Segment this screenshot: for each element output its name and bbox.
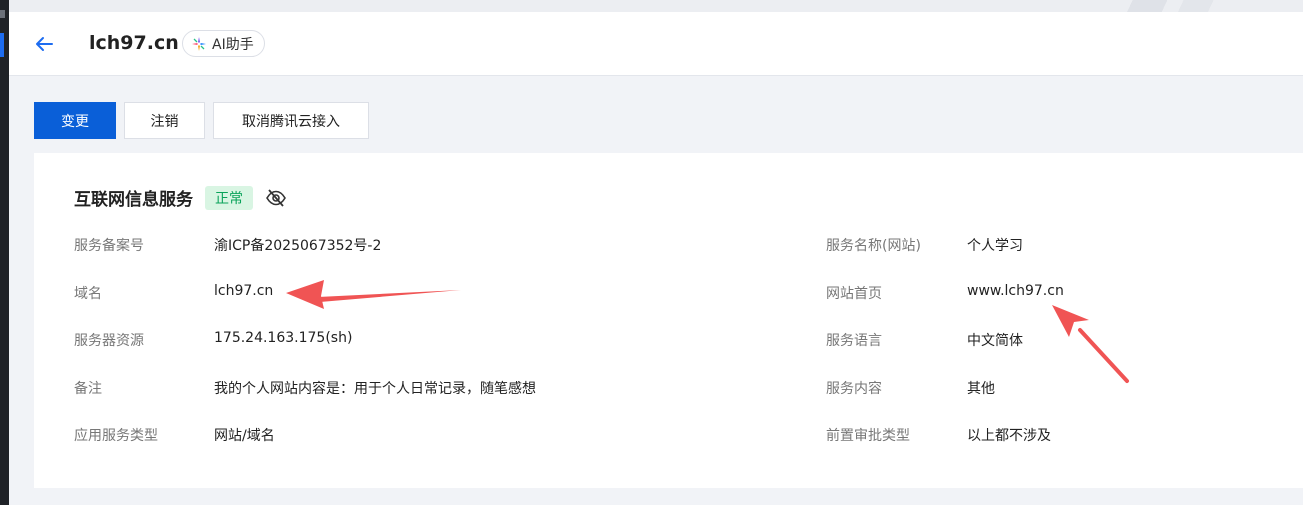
homepage-value: www.lch97.cn: [967, 283, 1064, 299]
eye-off-icon[interactable]: [265, 187, 287, 209]
app-service-type-label: 应用服务类型: [74, 428, 158, 444]
status-badge: 正常: [205, 185, 253, 210]
record-number-label: 服务备案号: [74, 238, 144, 254]
service-name-label: 服务名称(网站): [826, 238, 921, 254]
pre-approval-type-label: 前置审批类型: [826, 428, 910, 444]
page-header: lch97.cn AI助手: [9, 12, 1303, 76]
ai-assistant-label: AI助手: [212, 36, 254, 53]
domain-label: 域名: [74, 286, 102, 302]
card-title: 互联网信息服务: [74, 190, 193, 210]
side-nav-strip: [0, 0, 9, 505]
service-content-value: 其他: [967, 381, 995, 397]
service-name-value: 个人学习: [967, 238, 1023, 254]
side-nav-active-indicator: [0, 33, 4, 57]
service-language-value: 中文简体: [967, 333, 1023, 349]
ai-sparkle-icon: [192, 36, 206, 51]
side-nav-mark: [0, 10, 5, 18]
service-content-label: 服务内容: [826, 381, 882, 397]
app-service-type-value: 网站/域名: [214, 428, 275, 444]
action-bar: 变更 注销 取消腾讯云接入: [34, 102, 369, 139]
change-button[interactable]: 变更: [34, 102, 116, 139]
server-resource-value: 175.24.163.175(sh): [214, 330, 353, 346]
pre-approval-type-value: 以上都不涉及: [967, 428, 1051, 444]
top-band: [9, 0, 1303, 18]
card-header: 互联网信息服务 正常: [74, 185, 287, 210]
cancel-tencent-access-button[interactable]: 取消腾讯云接入: [213, 102, 369, 139]
remark-value: 我的个人网站内容是：用于个人日常记录，随笔感想: [214, 381, 536, 397]
record-number-value: 渝ICP备2025067352号-2: [214, 238, 382, 254]
ai-assistant-button[interactable]: AI助手: [182, 30, 265, 57]
service-info-card: 互联网信息服务 正常 服务备案号 渝ICP备2025067352号-2 域名 l…: [34, 153, 1303, 488]
cancel-record-button[interactable]: 注销: [124, 102, 205, 139]
server-resource-label: 服务器资源: [74, 333, 144, 349]
service-language-label: 服务语言: [826, 333, 882, 349]
homepage-label: 网站首页: [826, 286, 882, 302]
remark-label: 备注: [74, 381, 102, 397]
domain-value: lch97.cn: [214, 283, 274, 299]
back-arrow-icon[interactable]: [31, 31, 57, 57]
page-title: lch97.cn: [89, 32, 179, 54]
